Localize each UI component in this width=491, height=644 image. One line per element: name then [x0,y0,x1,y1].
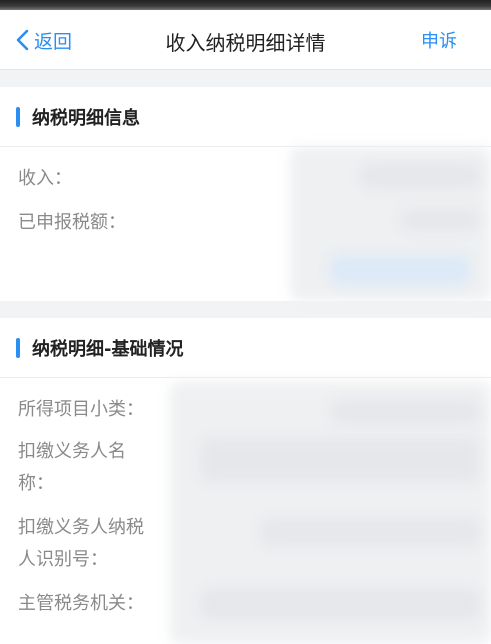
withholding-agent-name-label-line2: 称： [18,473,54,494]
section-header-tax-detail: 纳税明细信息 [0,87,491,147]
blurred-subcategory-value [330,400,480,424]
section-header-basic-info: 纳税明细-基础情况 [0,318,491,378]
blurred-income-value [360,163,480,189]
blurred-authority-value [200,588,480,620]
blurred-taxid-value [260,518,480,546]
section-title: 纳税明细-基础情况 [32,339,184,360]
income-label: 收入： [18,168,72,189]
declared-tax-label: 已申报税额： [18,212,126,233]
tax-authority-label: 主管税务机关： [18,593,144,614]
blurred-agent-name-value [200,438,480,482]
section-accent-bar [16,338,20,358]
section-accent-bar [16,107,20,127]
section-title: 纳税明细信息 [32,108,140,129]
withholding-agent-taxid-label-line1: 扣缴义务人纳税 [18,517,144,538]
income-subcategory-label: 所得项目小类： [18,399,144,420]
page-title: 收入纳税明细详情 [165,31,326,55]
blurred-action-button[interactable] [330,255,470,285]
basic-info-card: 纳税明细-基础情况 所得项目小类： 扣缴义务人名 称： 扣缴义务人纳税 人识别号… [0,318,491,644]
appeal-button[interactable]: 申诉 [421,27,457,53]
tax-detail-card: 纳税明细信息 收入： 已申报税额： [0,87,491,301]
status-bar [0,0,491,10]
navigation-bar: 返回 收入纳税明细详情 申诉 [0,10,491,70]
blurred-tax-value [400,209,480,231]
withholding-agent-name-label-line1: 扣缴义务人名 [18,441,126,462]
withholding-agent-taxid-label-line2: 人识别号： [18,549,108,570]
